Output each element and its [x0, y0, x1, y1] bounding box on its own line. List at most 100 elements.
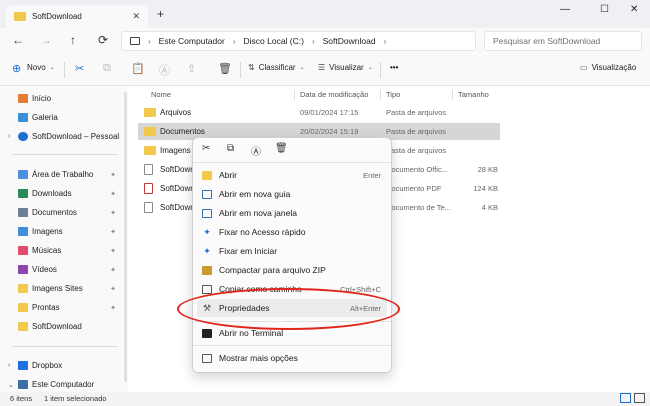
file-row[interactable]: Arquivos 09/01/2024 17:15 Pasta de arqui…: [138, 104, 500, 121]
menu-item-label: Fixar em Iniciar: [219, 246, 278, 256]
documents-icon: [18, 208, 28, 217]
terminal-icon: [202, 328, 212, 338]
folder-icon: [18, 322, 28, 331]
column-header-name[interactable]: Nome: [151, 90, 171, 99]
rename-icon[interactable]: Ⓐ: [251, 143, 261, 158]
sidebar-item-label: SoftDownload – Pessoal: [32, 132, 120, 141]
sort-button[interactable]: ⇅ Classificar ⌄: [248, 63, 305, 72]
home-icon: [18, 94, 28, 103]
sidebar-item-softdownload-pessoal[interactable]: › SoftDownload – Pessoal: [8, 132, 120, 141]
menu-item-propriedades[interactable]: ⚒ Propriedades Alt+Enter: [197, 299, 387, 317]
pin-icon: ✦: [110, 228, 116, 236]
tab-label: SoftDownload: [32, 12, 82, 21]
tiles-view-icon[interactable]: [634, 393, 645, 403]
menu-item-fixar-iniciar[interactable]: ✦ Fixar em Iniciar: [197, 242, 387, 260]
menu-item-abrir-terminal[interactable]: Abrir no Terminal: [197, 324, 387, 342]
toolbar-divider: [380, 62, 381, 78]
paste-icon[interactable]: 📋: [131, 62, 145, 75]
cut-icon[interactable]: ✂: [75, 62, 84, 75]
sidebar-item-documentos[interactable]: Documentos ✦: [8, 208, 120, 217]
sidebar-item-label: Downloads: [32, 189, 72, 198]
column-header-size[interactable]: Tamanho: [458, 90, 489, 99]
column-header-modified[interactable]: Data de modificação: [300, 90, 368, 99]
breadcrumb-item-softdownload[interactable]: SoftDownload: [323, 36, 376, 46]
sidebar-item-label: Este Computador: [32, 380, 95, 389]
column-divider[interactable]: [294, 90, 295, 100]
rename-icon[interactable]: Ⓐ: [159, 62, 170, 78]
more-options-button[interactable]: •••: [390, 63, 398, 72]
chevron-down-icon[interactable]: ⌄: [8, 381, 18, 389]
view-button[interactable]: ☰ Visualizar ⌄: [318, 63, 373, 72]
menu-item-shortcut: Ctrl+Shift+C: [340, 284, 381, 294]
status-bar: 6 itens 1 item selecionado: [0, 392, 650, 406]
new-window-icon: [202, 208, 212, 218]
delete-icon[interactable]: 🗑: [275, 143, 288, 154]
column-divider[interactable]: [452, 90, 453, 100]
menu-item-abrir[interactable]: Abrir Enter: [197, 166, 387, 184]
sidebar-item-musicas[interactable]: Músicas ✦: [8, 246, 120, 255]
text-file-icon: [144, 202, 153, 213]
menu-item-compactar-zip[interactable]: Compactar para arquivo ZIP: [197, 261, 387, 279]
menu-item-label: Abrir no Terminal: [219, 328, 284, 338]
details-view-icon[interactable]: [620, 393, 631, 403]
chevron-down-icon: ⌄: [367, 65, 373, 71]
computer-icon: [18, 380, 28, 389]
sidebar-divider: [12, 346, 118, 347]
sidebar-item-videos[interactable]: Vídeos ✦: [8, 265, 120, 274]
tab-softdownload[interactable]: SoftDownload ✕: [6, 5, 148, 28]
new-tab-button[interactable]: +: [157, 7, 164, 21]
refresh-button[interactable]: ⟳: [98, 33, 108, 47]
sidebar-item-softdownload[interactable]: SoftDownload: [8, 322, 120, 331]
sidebar-item-prontas[interactable]: Prontas ✦: [8, 303, 120, 312]
share-icon[interactable]: ⇪: [187, 62, 196, 75]
breadcrumb[interactable]: › Este Computador › Disco Local (C:) › S…: [121, 31, 476, 51]
back-button[interactable]: ←: [12, 33, 24, 47]
up-button[interactable]: ↑: [70, 33, 76, 47]
file-date: 20/02/2024 15:19: [300, 127, 359, 136]
preview-pane-icon: ▭: [580, 63, 588, 72]
minimize-button[interactable]: —: [560, 4, 570, 15]
maximize-button[interactable]: ☐: [600, 4, 609, 15]
sidebar-item-inicio[interactable]: Início: [8, 94, 120, 103]
view-button-label: Visualizar: [329, 63, 364, 72]
menu-item-mostrar-mais-opcoes[interactable]: Mostrar mais opções: [197, 349, 387, 367]
column-divider[interactable]: [380, 90, 381, 100]
context-menu: ✂ ⧉ Ⓐ 🗑 Abrir Enter Abrir em nova guia A…: [192, 137, 392, 373]
sidebar-scrollbar[interactable]: [124, 92, 127, 382]
forward-button[interactable]: →: [40, 33, 52, 47]
preview-pane-button[interactable]: ▭ Visualização: [580, 63, 636, 72]
menu-item-fixar-acesso-rapido[interactable]: ✦ Fixar no Acesso rápido: [197, 223, 387, 241]
copy-icon[interactable]: ⧉: [227, 143, 234, 154]
desktop-icon: [18, 170, 28, 179]
search-input[interactable]: Pesquisar em SoftDownload: [484, 31, 642, 51]
menu-item-copiar-caminho[interactable]: Copiar como caminho Ctrl+Shift+C: [197, 280, 387, 298]
sidebar-item-downloads[interactable]: Downloads ✦: [8, 189, 120, 198]
copy-icon[interactable]: ⧉: [103, 62, 111, 75]
sidebar-item-galeria[interactable]: Galeria: [8, 113, 120, 122]
column-header-type[interactable]: Tipo: [386, 90, 400, 99]
chevron-right-icon[interactable]: ›: [8, 362, 18, 369]
context-menu-divider: [193, 345, 391, 346]
sidebar-item-imagens[interactable]: Imagens ✦: [8, 227, 120, 236]
sidebar-item-area-de-trabalho[interactable]: Área de Trabalho ✦: [8, 170, 120, 179]
sidebar-item-label: Dropbox: [32, 361, 63, 370]
chevron-down-icon: ⌄: [299, 65, 305, 71]
breadcrumb-item-este-computador[interactable]: Este Computador: [159, 36, 225, 46]
menu-item-abrir-nova-janela[interactable]: Abrir em nova janela: [197, 204, 387, 222]
breadcrumb-item-disco-local[interactable]: Disco Local (C:): [244, 36, 304, 46]
chevron-right-icon[interactable]: ›: [8, 133, 18, 140]
preview-pane-label: Visualização: [591, 63, 637, 72]
pin-icon: ✦: [110, 304, 116, 312]
tab-close-icon[interactable]: ✕: [132, 11, 140, 22]
sidebar-item-imagens-sites[interactable]: Imagens Sites ✦: [8, 284, 120, 293]
navigation-pane: Início Galeria › SoftDownload – Pessoal …: [0, 86, 128, 392]
music-icon: [18, 246, 28, 255]
new-button[interactable]: Novo ⌄: [27, 63, 55, 72]
cut-icon[interactable]: ✂: [202, 143, 210, 154]
delete-icon[interactable]: 🗑: [218, 62, 232, 75]
close-window-button[interactable]: ✕: [630, 4, 638, 15]
sidebar-item-este-computador[interactable]: ⌄ Este Computador: [8, 380, 120, 389]
menu-item-abrir-nova-guia[interactable]: Abrir em nova guia: [197, 185, 387, 203]
sidebar-item-dropbox[interactable]: › Dropbox: [8, 361, 120, 370]
sort-icon: ⇅: [248, 63, 255, 72]
